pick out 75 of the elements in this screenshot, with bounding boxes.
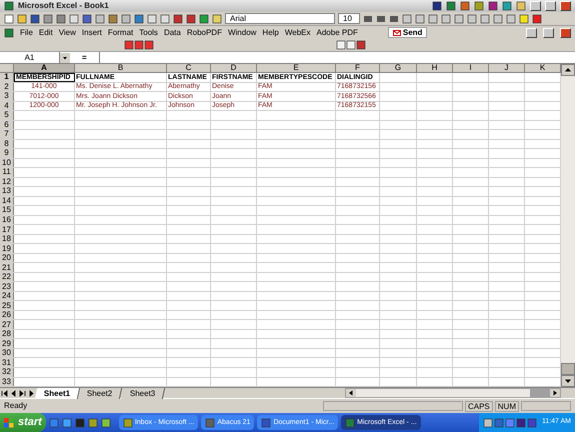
sheet-tab[interactable]: Sheet1	[34, 388, 80, 398]
column-header[interactable]: J	[489, 64, 525, 72]
column-header[interactable]: H	[417, 64, 453, 72]
quick-launch-icon[interactable]	[88, 418, 98, 428]
scroll-right-icon[interactable]	[550, 389, 560, 397]
tray-icon[interactable]	[516, 418, 526, 428]
quick-launch-icon[interactable]	[62, 418, 72, 428]
row-header[interactable]: 11	[0, 168, 14, 177]
row-header[interactable]: 25	[0, 301, 14, 310]
quick-launch-icon[interactable]	[74, 418, 85, 428]
row-header[interactable]: 5	[0, 111, 14, 120]
vertical-scrollbar[interactable]	[561, 64, 575, 387]
column-header[interactable]: A	[14, 64, 75, 72]
app-icon[interactable]	[205, 418, 216, 428]
row-header[interactable]: 9	[0, 149, 14, 158]
formula-equals[interactable]: =	[70, 52, 99, 64]
status-indicator: CAPS	[464, 400, 493, 412]
font-size-dropdown[interactable]: 10	[338, 13, 360, 24]
quick-launch-icon[interactable]	[100, 418, 111, 428]
row-header[interactable]: 21	[0, 263, 14, 272]
menu-item[interactable]: Tools	[139, 26, 158, 38]
menu-item[interactable]: WebEx	[284, 26, 311, 38]
quick-launch-icon[interactable]	[48, 418, 59, 428]
menu-item[interactable]: View	[58, 26, 76, 38]
scroll-up-icon[interactable]	[561, 64, 575, 76]
column-header[interactable]: G	[380, 64, 417, 72]
send-button[interactable]: Send	[388, 27, 428, 38]
next-sheet-icon[interactable]	[18, 388, 27, 398]
menu-item[interactable]: Help	[262, 26, 279, 38]
row-header[interactable]: 3	[0, 92, 14, 101]
row-header[interactable]: 13	[0, 187, 14, 196]
row-header[interactable]: 7	[0, 130, 14, 139]
scroll-left-icon[interactable]	[346, 389, 356, 397]
column-header[interactable]: B	[75, 64, 167, 72]
window-title: Microsoft Excel - Book1	[18, 0, 109, 12]
windows-logo-icon	[4, 418, 14, 428]
row-header[interactable]: 29	[0, 339, 14, 348]
column-header[interactable]: D	[211, 64, 257, 72]
horizontal-scrollbar[interactable]	[345, 388, 561, 398]
sheet-tab[interactable]: Sheet3	[120, 388, 166, 398]
row-header[interactable]: 19	[0, 244, 14, 253]
scroll-thumb[interactable]	[561, 363, 575, 375]
first-sheet-icon[interactable]	[0, 388, 9, 398]
menu-item[interactable]: Edit	[38, 26, 53, 38]
column-header[interactable]: C	[167, 64, 211, 72]
sheet-tab[interactable]: Sheet2	[78, 388, 123, 398]
column-header[interactable]: I	[453, 64, 489, 72]
column-header[interactable]: E	[257, 64, 336, 72]
menu-item[interactable]: Window	[228, 26, 256, 38]
scroll-thumb[interactable]	[530, 389, 550, 397]
app-icon[interactable]	[345, 418, 356, 428]
menu-item[interactable]: RoboPDF	[186, 26, 222, 38]
menu-item[interactable]: Data	[164, 26, 181, 38]
column-header[interactable]: F	[336, 64, 380, 72]
tray-icon[interactable]	[482, 418, 493, 428]
envelope-icon	[392, 30, 401, 36]
row-header[interactable]: 17	[0, 225, 14, 234]
app-icon[interactable]	[261, 418, 272, 428]
row-header[interactable]: 23	[0, 282, 14, 291]
row-header[interactable]: 27	[0, 320, 14, 329]
tray-icon[interactable]	[526, 418, 537, 428]
menu-item[interactable]: Adobe PDF	[316, 26, 358, 38]
menu-item[interactable]: Insert	[82, 26, 102, 38]
scroll-down-icon[interactable]	[561, 375, 575, 387]
status-panel	[521, 401, 571, 411]
row-header[interactable]: 1	[0, 73, 14, 82]
status-indicator: NUM	[494, 400, 519, 412]
row-header[interactable]: 15	[0, 206, 14, 215]
app-icon[interactable]	[122, 418, 133, 428]
row-header[interactable]: 31	[0, 358, 14, 367]
menu-item[interactable]: File	[20, 26, 33, 38]
font-dropdown[interactable]: Arial	[225, 13, 335, 24]
status-text: Ready	[4, 400, 28, 412]
menu-item[interactable]: Format	[108, 26, 134, 38]
tray-icon[interactable]	[494, 418, 504, 428]
